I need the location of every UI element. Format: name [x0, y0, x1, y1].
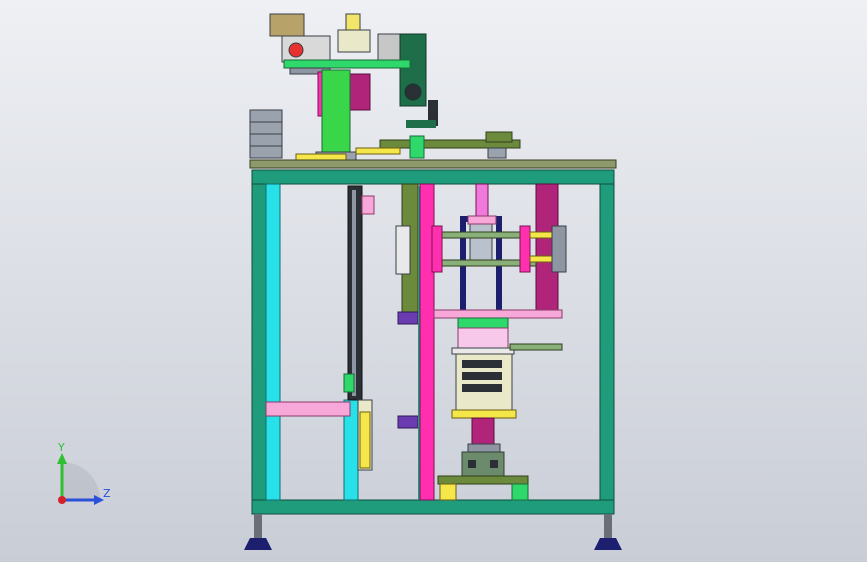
right-leg — [599, 183, 615, 505]
piston-rod — [475, 183, 489, 221]
table-top-plate — [249, 159, 617, 169]
pink-shelf — [265, 401, 351, 417]
cad-viewport[interactable]: Y Z — [0, 0, 867, 562]
drive-head — [269, 13, 305, 37]
machine-drawing: Y Z — [57, 13, 622, 550]
leveling-feet — [244, 514, 622, 550]
y-axis-label: Y — [57, 441, 65, 454]
bottom-beam — [251, 499, 615, 515]
left-leg — [251, 183, 267, 505]
orientation-triad[interactable]: Y Z — [57, 441, 111, 505]
top-mechanism — [249, 13, 521, 161]
x-axis-dot — [58, 496, 66, 504]
table-top-beam — [251, 169, 615, 185]
green-column — [321, 69, 351, 159]
z-axis-label: Z — [103, 487, 111, 500]
middle-plate — [433, 309, 563, 319]
red-gear-left — [288, 42, 304, 58]
cyan-panel — [265, 183, 281, 501]
green-plate — [283, 59, 411, 69]
cylinder — [469, 221, 493, 263]
